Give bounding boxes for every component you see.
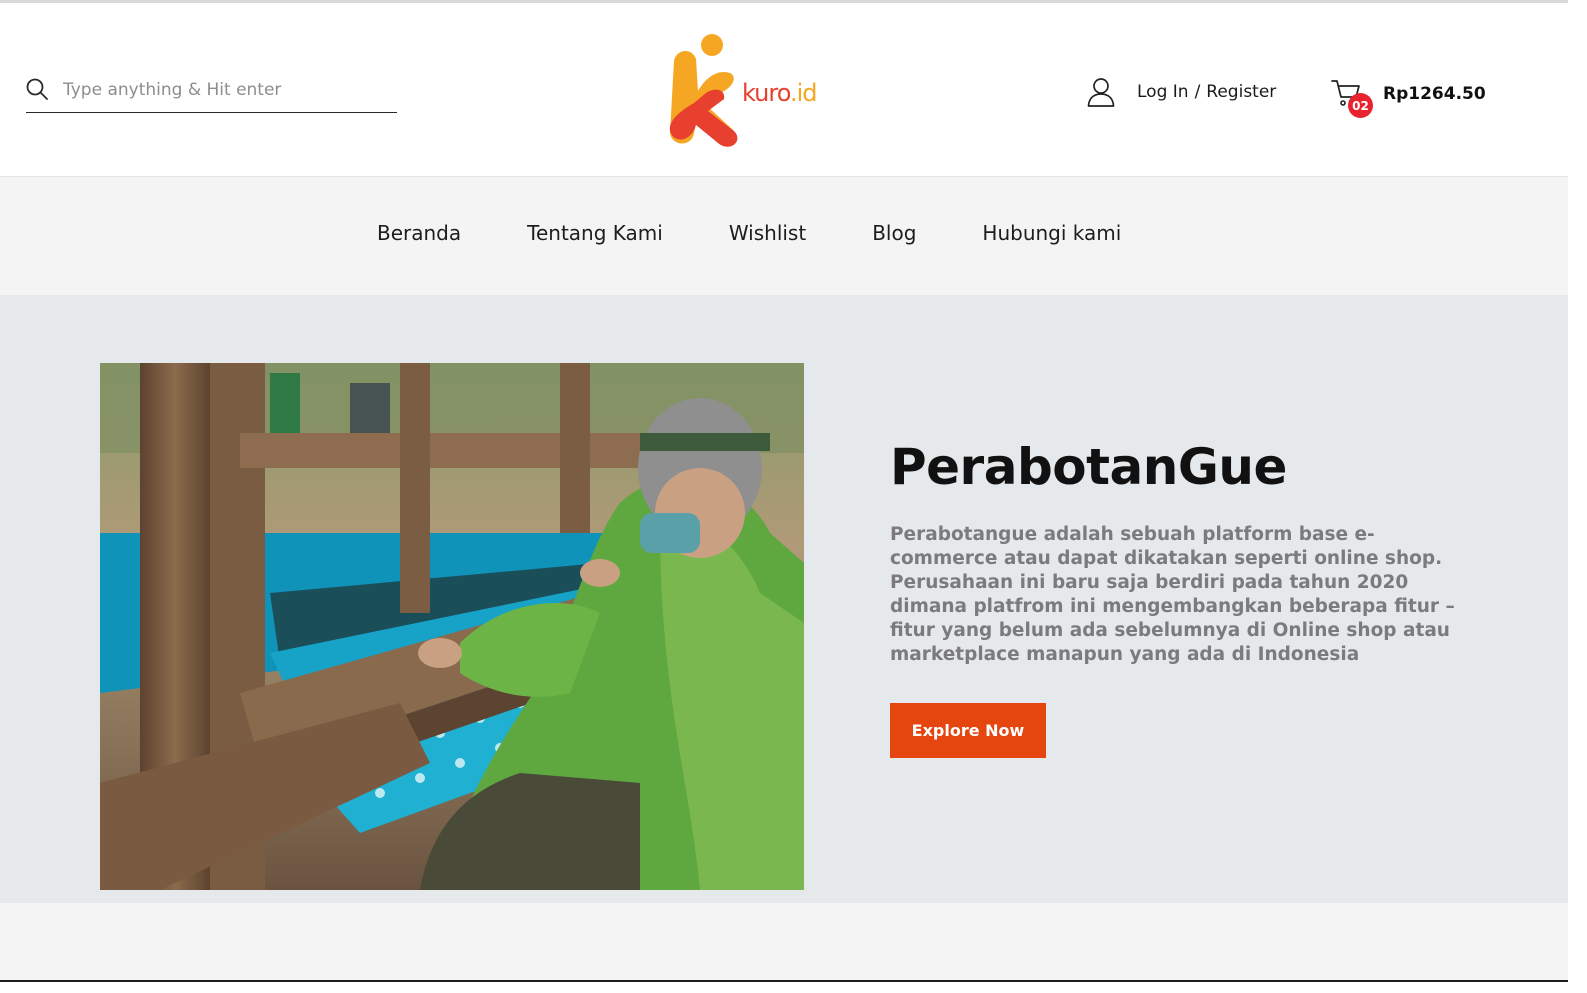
nav-item-blog[interactable]: Blog [872, 221, 916, 245]
nav-item-wishlist[interactable]: Wishlist [729, 221, 806, 245]
hero-image-weaver [100, 363, 804, 890]
search-box [26, 76, 397, 113]
nav-item-beranda[interactable]: Beranda [377, 221, 461, 245]
explore-now-button[interactable]: Explore Now [890, 703, 1046, 758]
page-bottom-area [0, 903, 1568, 980]
cart-total: Rp1264.50 [1383, 84, 1486, 104]
logo-text: kuro.id [742, 79, 817, 107]
cart-summary[interactable]: 02 Rp1264.50 [1331, 74, 1486, 118]
register-link[interactable]: Register [1206, 82, 1276, 102]
cart-icon-wrapper[interactable]: 02 [1331, 78, 1373, 118]
nav-item-hubungi-kami[interactable]: Hubungi kami [982, 221, 1121, 245]
account-links: Log In / Register [1087, 76, 1276, 108]
account-separator: / [1194, 82, 1201, 102]
cart-count-badge: 02 [1348, 93, 1373, 118]
site-logo[interactable]: kuro.id [666, 29, 836, 153]
scrollbar-gutter [1568, 0, 1587, 993]
hero-description: Perabotangue adalah sebuah platform base… [890, 524, 1455, 665]
weaving-photo-illustration [100, 363, 804, 890]
nav-item-tentang-kami[interactable]: Tentang Kami [527, 221, 663, 245]
main-navigation: Beranda Tentang Kami Wishlist Blog Hubun… [0, 177, 1568, 295]
user-icon[interactable] [1087, 77, 1115, 107]
hero-title: PerabotanGue [890, 438, 1287, 496]
login-link[interactable]: Log In [1137, 82, 1189, 102]
search-input[interactable] [63, 76, 393, 104]
search-icon[interactable] [26, 78, 48, 100]
site-header: kuro.id Log In / Register 02 Rp1264.50 [0, 3, 1568, 177]
hero-section: PerabotanGue Perabotangue adalah sebuah … [0, 295, 1568, 903]
bottom-edge [0, 982, 1568, 993]
